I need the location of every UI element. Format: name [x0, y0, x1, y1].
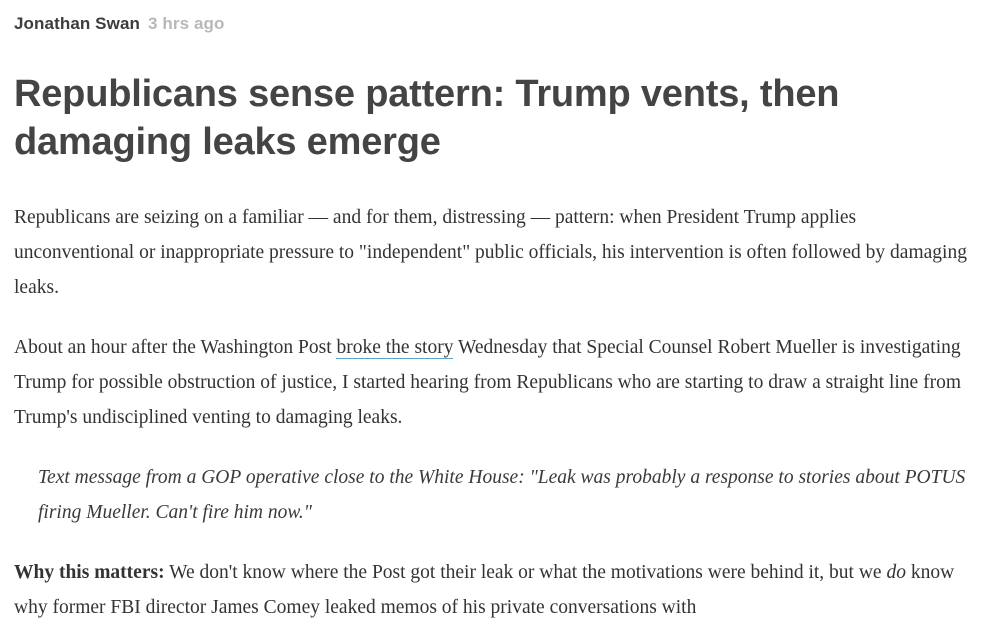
paragraph-text: About an hour after the Washington Post: [14, 337, 337, 358]
paragraph-why-this-matters: Why this matters: We don't know where th…: [14, 555, 974, 625]
paragraph-text: We don't know where the Post got their l…: [164, 562, 887, 583]
article-page: Jonathan Swan 3 hrs ago Republicans sense…: [0, 0, 983, 630]
text-message-quote: Text message from a GOP operative close …: [38, 467, 966, 523]
paragraph-intro: Republicans are seizing on a familiar — …: [14, 207, 967, 298]
paragraph-mueller: About an hour after the Washington Post …: [14, 330, 974, 435]
emphasis-do: do: [886, 562, 906, 583]
broke-the-story-link[interactable]: broke the story: [336, 337, 454, 359]
article-headline: Republicans sense pattern: Trump vents, …: [14, 73, 840, 163]
timestamp: 3 hrs ago: [148, 14, 225, 33]
author-name[interactable]: Jonathan Swan: [14, 14, 140, 33]
why-this-matters-lead: Why this matters:: [14, 562, 165, 583]
byline: Jonathan Swan 3 hrs ago: [14, 14, 224, 34]
